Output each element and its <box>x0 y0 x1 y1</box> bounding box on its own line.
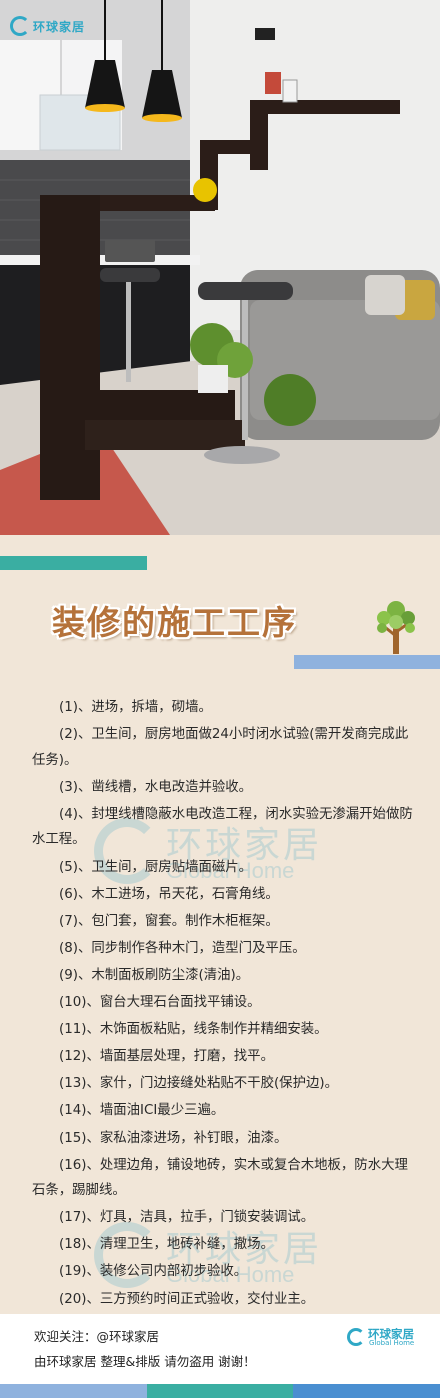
list-item: (10)、窗台大理石台面找平铺设。 <box>59 995 261 1011</box>
list-item: (13)、家什，门边接缝处粘贴不干胶(保护边)。 <box>59 1076 338 1092</box>
list-item: (17)、灯具，洁具，拉手，门锁安装调试。 <box>59 1210 315 1226</box>
list-item: (16)、处理边角，铺设地砖，实木或复合木地板，防水大理石条，踢脚线。 <box>32 1157 408 1199</box>
list-item: (19)、装修公司内部初步验收。 <box>59 1264 248 1280</box>
brand-g-icon <box>10 16 30 36</box>
list-item: (20)、三方预约时间正式验收，交付业主。 <box>59 1291 315 1307</box>
list-item: (9)、木制面板刷防尘漆(清油)。 <box>59 967 250 983</box>
list-item: (14)、墙面油ICI最少三遍。 <box>59 1103 225 1119</box>
list-item: (15)、家私油漆进场，补钉眼，油漆。 <box>59 1130 288 1146</box>
footer-logo: 环球家居 Global Home <box>347 1326 427 1348</box>
footer: 欢迎关注：@环球家居 由环球家居 整理&排版 请勿盗用 谢谢！ 环球家居 Glo… <box>0 1314 440 1384</box>
list-item: (8)、同步制作各种木门，造型门及平压。 <box>59 940 306 956</box>
list-item: (11)、木饰面板粘贴，线条制作并精细安装。 <box>59 1022 328 1038</box>
teal-stripe <box>0 556 147 570</box>
list-item: (5)、卫生间，厨房贴墙面磁片。 <box>59 859 253 875</box>
brand-logo-text: 环球家居 <box>33 19 86 34</box>
follow-text: 欢迎关注：@环球家居 <box>34 1329 160 1344</box>
list-item: (7)、包门套，窗套。制作木柜框架。 <box>59 913 279 929</box>
footer-logo-en: Global Home <box>369 1339 415 1347</box>
interior-scene-illustration <box>0 0 440 535</box>
list-item: (12)、墙面基层处理，打磨，找平。 <box>59 1049 274 1065</box>
list-item: (6)、木工进场，吊天花，石膏角线。 <box>59 886 279 902</box>
hero-photo: 环球家居 <box>0 0 440 535</box>
footer-g-icon <box>347 1328 365 1346</box>
bottom-bar-segment <box>0 1384 147 1398</box>
tree-icon <box>377 601 415 654</box>
list-item: (2)、卫生间，厨房地面做24小时闭水试验(需开发商完成此任务)。 <box>32 727 409 768</box>
credit-text: 由环球家居 整理&排版 请勿盗用 谢谢！ <box>34 1354 256 1369</box>
list-item: (18)、清理卫生，地砖补缝，撤场。 <box>59 1237 274 1253</box>
bottom-bar-segment <box>146 1384 294 1398</box>
brand-logo: 环球家居 <box>10 16 85 36</box>
bottom-color-bar <box>0 1384 440 1398</box>
blue-stripe <box>294 655 440 669</box>
construction-steps-list: (1)、进场，拆墙，砌墙。 (2)、卫生间，厨房地面做24小时闭水试验(需开发商… <box>32 695 416 1314</box>
bottom-bar-segment <box>293 1384 440 1398</box>
list-item: (1)、进场，拆墙，砌墙。 <box>59 700 212 715</box>
page-title: 装修的施工工序 <box>52 603 297 642</box>
list-item: (4)、封埋线槽隐蔽水电改造工程，闭水实验无渗漏开始做防水工程。 <box>32 806 413 848</box>
list-item: (3)、凿线槽，水电改造并验收。 <box>59 779 253 795</box>
